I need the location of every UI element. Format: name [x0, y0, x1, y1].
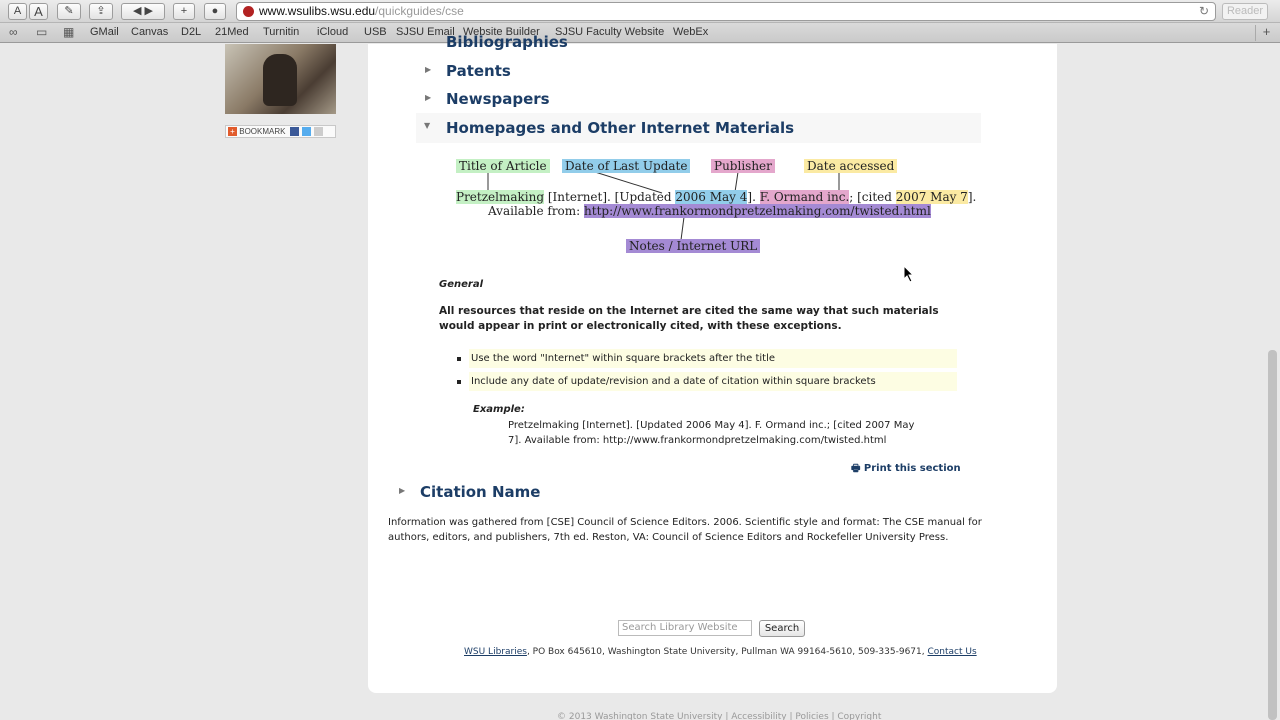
bookmark-share-button[interactable]: + BOOKMARK — [225, 125, 336, 138]
mouse-cursor-icon — [903, 265, 915, 283]
citation-diagram: Title of Article Date of Last Update Pub… — [430, 150, 976, 260]
citation-cited: ; [cited — [849, 190, 896, 204]
bookmark-gmail[interactable]: GMail — [90, 26, 119, 38]
sidebar-photo — [225, 44, 336, 114]
reload-icon[interactable]: ↻ — [1199, 3, 1209, 20]
citation-internet: [Internet]. [Updated — [544, 190, 676, 204]
wsu-libraries-link[interactable]: WSU Libraries — [464, 647, 527, 657]
label-date-accessed: Date accessed — [804, 159, 898, 173]
example-label: Example: — [473, 404, 525, 415]
back-forward-button[interactable]: ◀ ▶ — [121, 3, 165, 20]
bookmark-21med[interactable]: 21Med — [215, 26, 249, 38]
reader-figure — [263, 54, 297, 106]
add-tab-icon[interactable]: + — [1255, 25, 1277, 41]
contact-us-link[interactable]: Contact Us — [927, 647, 976, 657]
reading-list-icon[interactable]: ∞ — [9, 25, 18, 39]
stop-icon[interactable]: ● — [204, 3, 226, 20]
bookmark-plus-icon: + — [228, 127, 237, 137]
bookmark-icloud[interactable]: iCloud — [317, 26, 348, 38]
bookmark-turnitin[interactable]: Turnitin — [263, 26, 299, 38]
bookmark-d2l[interactable]: D2L — [181, 26, 201, 38]
source-info: Information was gathered from [CSE] Coun… — [388, 517, 982, 543]
bookmark-label: BOOKMARK — [239, 127, 286, 136]
section-bibliographies[interactable]: Bibliographies — [446, 33, 568, 51]
footer-address: WSU Libraries, PO Box 645610, Washington… — [464, 647, 977, 657]
url-path: /quickguides/cse — [375, 4, 464, 18]
collapsed-arrow-icon: ▶ — [399, 486, 406, 495]
label-publisher: Publisher — [711, 159, 775, 173]
bookmark-canvas[interactable]: Canvas — [131, 26, 168, 38]
search-button[interactable]: Search — [759, 620, 805, 637]
text-larger-button[interactable]: A — [29, 3, 48, 20]
twitter-icon[interactable] — [301, 127, 311, 137]
browser-toolbar: A A ✎ ⇪ ◀ ▶ + ● www.wsulibs.wsu.edu/quic… — [0, 0, 1280, 23]
bookmarks-bar: ∞ ▭ ▦ GMail Canvas D2L 21Med Turnitin iC… — [0, 23, 1280, 43]
label-title-of-article: Title of Article — [456, 159, 550, 173]
label-notes-url: Notes / Internet URL — [626, 239, 761, 253]
citation-sep: ]. — [967, 190, 977, 204]
bullet-dot — [457, 357, 461, 361]
list-item: Use the word "Internet" within square br… — [457, 349, 957, 368]
address-text: , PO Box 645610, Washington State Univer… — [526, 647, 928, 657]
general-intro: All resources that reside on the Interne… — [439, 305, 939, 332]
example-text: Pretzelmaking [Internet]. [Updated 2006 … — [508, 420, 915, 446]
text-smaller-button[interactable]: A — [8, 3, 27, 20]
address-url: www.wsulibs.wsu.edu/quickguides/cse — [259, 3, 464, 20]
site-favicon-icon — [243, 6, 254, 17]
address-bar[interactable]: www.wsulibs.wsu.edu/quickguides/cse ↻ — [236, 2, 1216, 21]
list-item-text: Include any date of update/revision and … — [471, 376, 876, 387]
citation-sep: ]. — [747, 190, 760, 204]
section-homepages[interactable]: Homepages and Other Internet Materials — [446, 119, 794, 137]
print-label: Print this section — [863, 463, 961, 474]
copyright-text: © 2013 Washington State University | Acc… — [557, 712, 882, 720]
citation-publisher: F. Ormand inc. — [759, 190, 850, 204]
bookmark-sjsu-faculty[interactable]: SJSU Faculty Website — [555, 26, 664, 38]
citation-update-date: 2006 May 4 — [675, 190, 748, 204]
facebook-icon[interactable] — [289, 127, 299, 137]
list-item: Include any date of update/revision and … — [457, 372, 957, 391]
section-newspapers[interactable]: Newspapers — [446, 90, 550, 108]
citation-accessed: 2007 May 7 — [895, 190, 968, 204]
collapsed-arrow-icon: ▶ — [425, 93, 432, 102]
section-patents[interactable]: Patents — [446, 62, 511, 80]
url-host: www.wsulibs.wsu.edu — [259, 4, 376, 18]
edit-icon[interactable]: ✎ — [57, 3, 81, 20]
section-citation-name[interactable]: Citation Name — [420, 483, 540, 501]
citation-url: http://www.frankormondpretzelmaking.com/… — [584, 204, 931, 218]
expanded-arrow-icon: ▼ — [424, 121, 431, 130]
printer-icon: 🖶 — [851, 463, 864, 474]
bullet-dot — [457, 380, 461, 384]
share-icon[interactable]: ⇪ — [89, 3, 113, 20]
new-tab-button[interactable]: + — [173, 3, 195, 20]
citation-available: Available from: — [488, 204, 585, 218]
print-section-link[interactable]: 🖶 Print this section — [851, 461, 961, 478]
email-icon[interactable] — [314, 127, 324, 137]
bookmark-webex[interactable]: WebEx — [673, 26, 708, 38]
citation-line-2: Available from: http://www.frankormondpr… — [488, 204, 931, 219]
bookmark-usb[interactable]: USB — [364, 26, 387, 38]
top-sites-icon[interactable]: ▦ — [63, 25, 74, 39]
reader-button[interactable]: Reader — [1222, 3, 1268, 20]
search-input[interactable]: Search Library Website — [618, 620, 752, 636]
list-item-text: Use the word "Internet" within square br… — [471, 353, 776, 364]
general-heading: General — [439, 279, 483, 290]
bookmarks-book-icon[interactable]: ▭ — [36, 25, 47, 39]
collapsed-arrow-icon: ▶ — [425, 65, 432, 74]
citation-title: Pretzelmaking — [456, 190, 545, 204]
citation-line-1: Pretzelmaking [Internet]. [Updated 2006 … — [456, 190, 976, 205]
scrollbar-thumb[interactable] — [1268, 350, 1277, 720]
label-date-of-last-update: Date of Last Update — [562, 159, 691, 173]
